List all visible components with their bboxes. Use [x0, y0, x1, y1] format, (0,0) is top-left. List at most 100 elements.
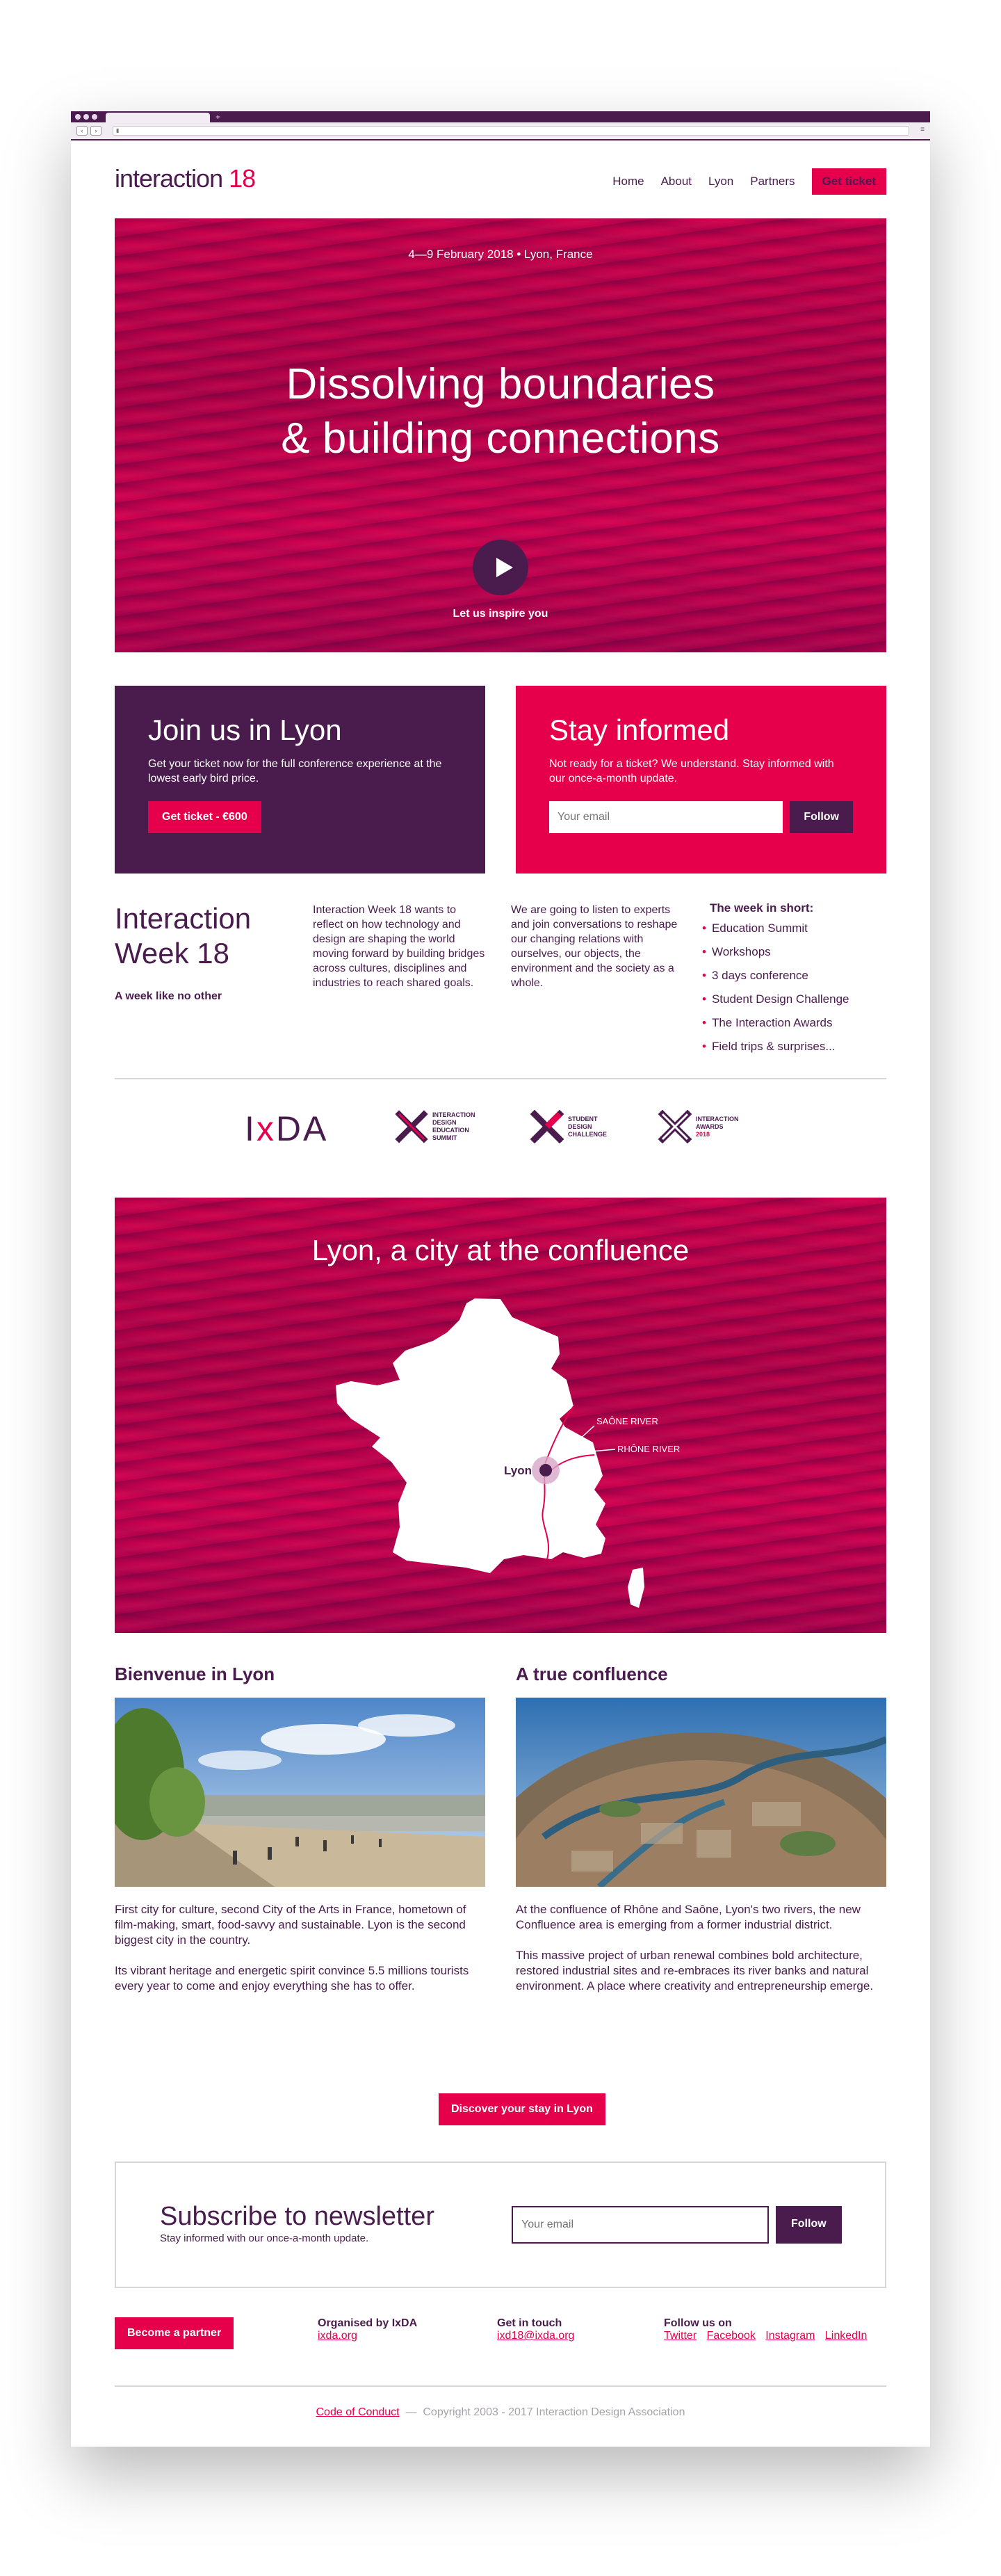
week-title: Interaction Week 18 — [115, 901, 251, 971]
student-challenge-logo[interactable]: STUDENT DESIGN CHALLENGE — [530, 1110, 607, 1143]
x-mark-icon — [658, 1110, 692, 1143]
email-link[interactable]: ixd18@ixda.org — [497, 2330, 574, 2342]
list-item: Workshops — [702, 940, 849, 964]
twitter-link[interactable]: Twitter — [664, 2330, 697, 2342]
list-item: Student Design Challenge — [702, 988, 849, 1011]
newsletter-follow-button[interactable]: Follow — [776, 2206, 842, 2244]
lyon-map-section: Lyon SAÔNE RIVER RHÔNE RIVER Lyon, a cit… — [115, 1198, 886, 1633]
partner-logos: IxDA INTERACTION DESIGN EDUCATION SUMMIT ST… — [115, 1109, 886, 1150]
hero-title-line: & building connections — [281, 414, 720, 462]
follow-button[interactable]: Follow — [790, 801, 853, 833]
list-item: Field trips & surprises... — [702, 1035, 849, 1058]
linkedin-link[interactable]: LinkedIn — [825, 2330, 868, 2342]
hero-cta-text[interactable]: Let us inspire you — [115, 608, 886, 620]
week-list-title: The week in short: — [710, 901, 814, 915]
informed-form: Follow — [549, 801, 853, 833]
x-mark-icon — [395, 1110, 428, 1143]
education-summit-logo[interactable]: INTERACTION DESIGN EDUCATION SUMMIT — [395, 1110, 475, 1143]
forward-icon[interactable]: › — [90, 126, 101, 136]
logo-text: interaction — [115, 164, 223, 193]
x-mark-icon — [530, 1110, 564, 1143]
bienvenue-column: Bienvenue in Lyon First city for culture… — [115, 1664, 485, 1994]
logo-year: 18 — [229, 164, 256, 193]
hero-banner: 4—9 February 2018 • Lyon, France Dissolv… — [115, 218, 886, 652]
nav-about[interactable]: About — [661, 175, 692, 188]
copyright-text: Copyright 2003 - 2017 Interaction Design… — [423, 2406, 685, 2418]
week-list: Education Summit Workshops 3 days confer… — [702, 917, 849, 1058]
play-icon — [496, 558, 513, 577]
join-text: Get your ticket now for the full confere… — [148, 758, 442, 784]
code-of-conduct-link[interactable]: Code of Conduct — [316, 2406, 400, 2418]
bienvenue-title: Bienvenue in Lyon — [115, 1664, 275, 1684]
become-partner-button[interactable]: Become a partner — [115, 2317, 234, 2349]
logo-label: INTERACTION AWARDS 2018 — [696, 1115, 739, 1138]
informed-text: Not ready for a ticket? We understand. S… — [549, 758, 834, 784]
window-close-icon[interactable] — [75, 114, 81, 120]
join-panel: Join us in Lyon Get your ticket now for … — [115, 686, 485, 874]
footer: Become a partner Organised by IxDA ixda.… — [115, 2317, 886, 2359]
lyon-marker[interactable] — [539, 1464, 552, 1476]
email-field[interactable] — [549, 801, 783, 833]
divider — [115, 1078, 886, 1079]
browser-window: + ‹ › ▮ ≡ interaction 18 Home About Lyon… — [71, 111, 930, 2447]
awards-logo[interactable]: INTERACTION AWARDS 2018 — [658, 1110, 739, 1143]
hero-title: Dissolving boundaries & building connect… — [115, 357, 886, 466]
discover-lyon-button[interactable]: Discover your stay in Lyon — [439, 2093, 605, 2125]
lyon-label: Lyon — [504, 1464, 532, 1477]
back-icon[interactable]: ‹ — [76, 126, 88, 136]
hero-title-line: Dissolving boundaries — [286, 360, 715, 408]
confluence-column: A true confluence At the confluence of R… — [516, 1664, 886, 1994]
saone-label: SAÔNE RIVER — [596, 1416, 658, 1426]
logo-label: STUDENT DESIGN CHALLENGE — [568, 1115, 607, 1138]
corsica-shape — [628, 1568, 644, 1608]
week-tagline: A week like no other — [115, 990, 222, 1002]
event-date: 4—9 February 2018 • Lyon, France — [408, 248, 593, 261]
join-title: Join us in Lyon — [148, 714, 342, 746]
window-minimize-icon[interactable] — [83, 114, 89, 120]
buy-ticket-button[interactable]: Get ticket - €600 — [148, 801, 261, 833]
browser-tab[interactable] — [106, 113, 210, 122]
week-text-1: Interaction Week 18 wants to reflect on … — [313, 904, 485, 989]
browser-tab-strip: + — [71, 111, 930, 122]
menu-icon[interactable]: ≡ — [920, 126, 925, 134]
informed-panel: Stay informed Not ready for a ticket? We… — [516, 686, 886, 874]
nav-partners[interactable]: Partners — [750, 175, 795, 188]
divider — [115, 2385, 886, 2387]
footer-heading: Follow us on — [664, 2317, 732, 2329]
site-logo[interactable]: interaction 18 — [115, 164, 256, 193]
nav-home[interactable]: Home — [612, 175, 644, 188]
logo-label: INTERACTION DESIGN EDUCATION SUMMIT — [432, 1111, 475, 1141]
list-item: Education Summit — [702, 917, 849, 940]
address-bar[interactable]: ▮ — [113, 126, 909, 136]
play-video-button[interactable] — [473, 540, 528, 595]
get-ticket-button[interactable]: Get ticket — [811, 168, 886, 195]
instagram-link[interactable]: Instagram — [765, 2330, 815, 2342]
confluence-text-1: At the confluence of Rhône and Saône, Ly… — [516, 1903, 861, 1931]
riverside-photo — [115, 1698, 485, 1887]
newsletter-section: Subscribe to newsletter Stay informed wi… — [115, 2162, 886, 2288]
week-intro: Interaction Week 18 A week like no other… — [115, 901, 886, 1061]
facebook-link[interactable]: Facebook — [707, 2330, 756, 2342]
footer-contact: Get in touch ixd18@ixda.org — [497, 2317, 581, 2342]
copyright-separator: — — [405, 2406, 417, 2418]
ixda-link[interactable]: ixda.org — [318, 2330, 357, 2342]
newsletter-email-field[interactable] — [512, 2206, 769, 2244]
bienvenue-text-2: Its vibrant heritage and energetic spiri… — [115, 1964, 469, 1993]
week-title-line: Week 18 — [115, 937, 229, 969]
site-header: interaction 18 Home About Lyon Partners … — [115, 164, 886, 195]
main-nav: Home About Lyon Partners Get ticket — [612, 168, 886, 195]
footer-social: Follow us on Twitter Facebook Instagram … — [664, 2317, 874, 2342]
bienvenue-text-1: First city for culture, second City of t… — [115, 1903, 466, 1947]
week-title-line: Interaction — [115, 902, 252, 935]
newsletter-subtitle: Stay informed with our once-a-month upda… — [160, 2232, 369, 2244]
ixda-logo[interactable]: IxDA — [245, 1109, 328, 1149]
confluence-text-2: This massive project of urban renewal co… — [516, 1949, 874, 1993]
nav-lyon[interactable]: Lyon — [708, 175, 733, 188]
list-item: The Interaction Awards — [702, 1011, 849, 1035]
map-title: Lyon, a city at the confluence — [311, 1234, 690, 1266]
window-zoom-icon[interactable] — [92, 114, 97, 120]
footer-heading: Organised by IxDA — [318, 2317, 418, 2329]
rhone-label: RHÔNE RIVER — [617, 1444, 680, 1454]
confluence-title: A true confluence — [516, 1664, 668, 1684]
new-tab-icon[interactable]: + — [215, 112, 220, 122]
